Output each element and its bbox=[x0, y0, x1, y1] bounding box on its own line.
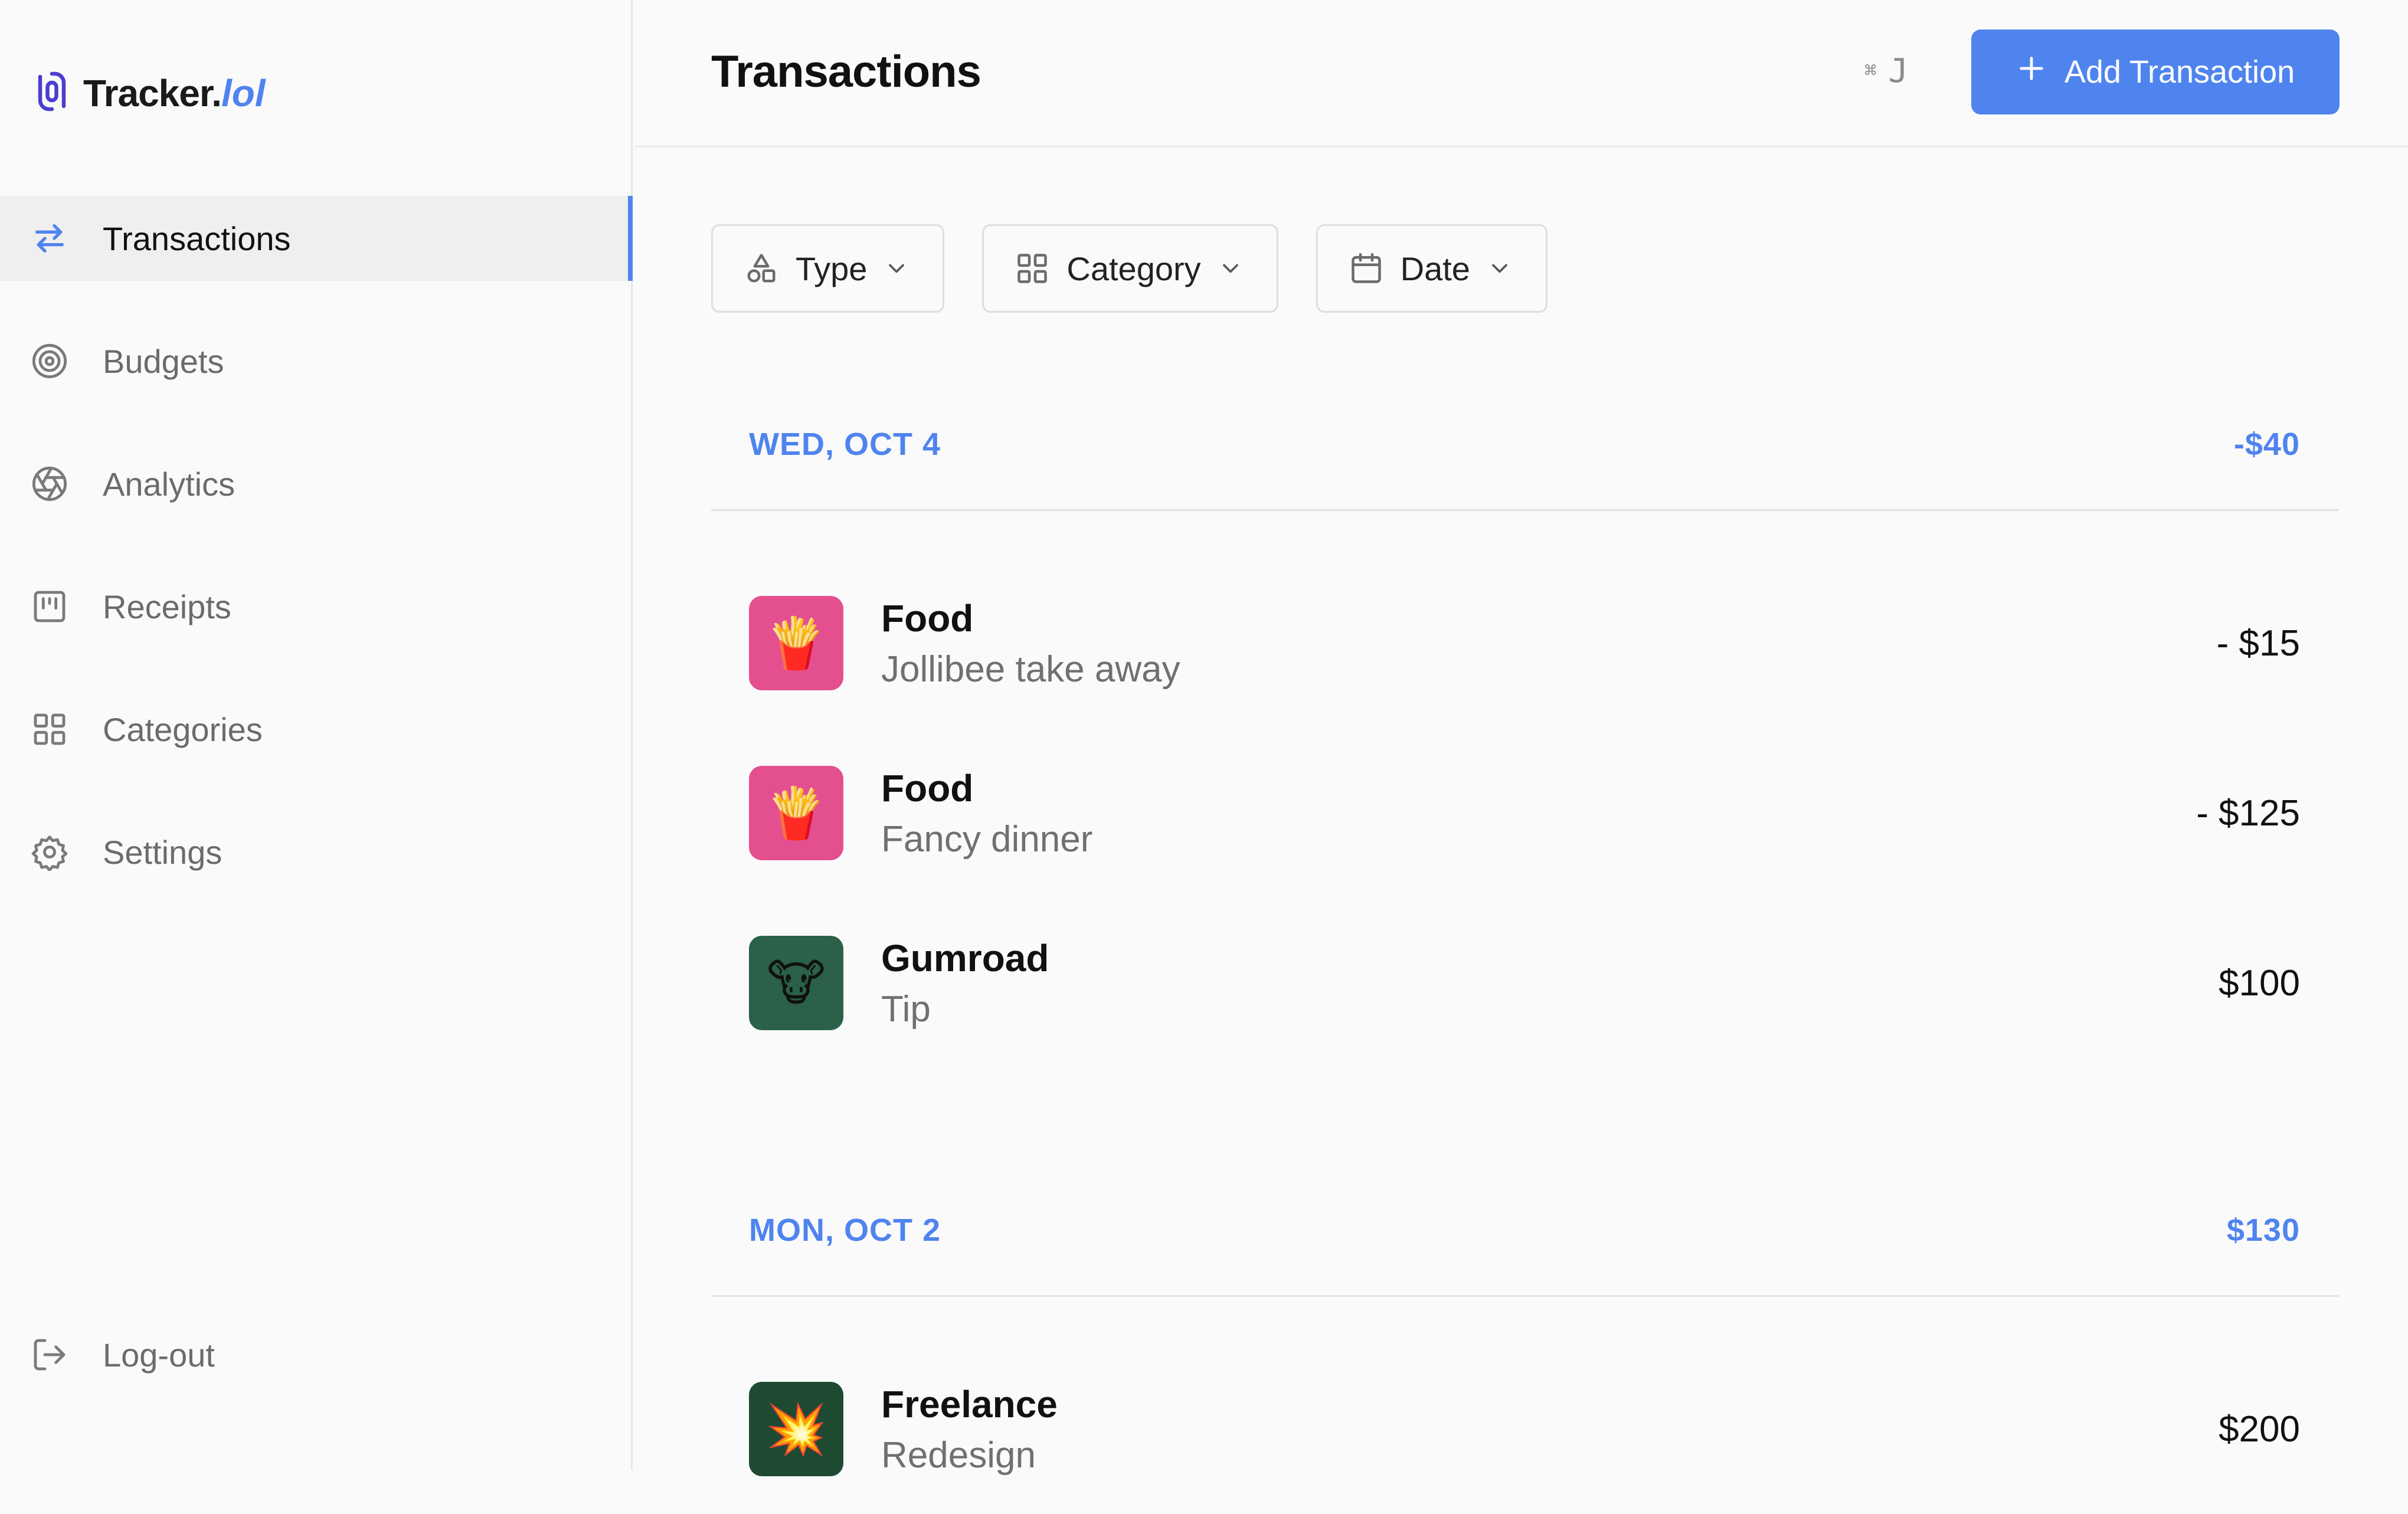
filter-date-dropdown[interactable]: Date bbox=[1316, 224, 1547, 313]
transaction-row[interactable]: 💥 Freelance Redesign $200 bbox=[711, 1344, 2339, 1514]
page-header: Transactions ⌘ J Add Transaction bbox=[634, 0, 2408, 148]
target-icon bbox=[31, 342, 68, 380]
filter-label: Type bbox=[796, 250, 868, 287]
filter-type-dropdown[interactable]: Type bbox=[711, 224, 945, 313]
group-header: MON, OCT 2 $130 bbox=[711, 1177, 2339, 1297]
sidebar-item-label: Transactions bbox=[103, 219, 291, 257]
transaction-row[interactable]: 🍟 Food Fancy dinner - $125 bbox=[711, 728, 2339, 898]
sidebar-item-label: Budgets bbox=[103, 342, 224, 380]
shortcut-key: J bbox=[1888, 52, 1909, 90]
collision-icon: 💥 bbox=[749, 1382, 843, 1476]
transaction-category: Gumroad bbox=[881, 936, 1049, 979]
transaction-amount: - $15 bbox=[2216, 622, 2300, 664]
transaction-description: Jollibee take away bbox=[881, 648, 1180, 690]
transaction-row[interactable]: 🍟 Food Jollibee take away - $15 bbox=[711, 558, 2339, 728]
transaction-row[interactable]: 🐮 Gumroad Tip $100 bbox=[711, 898, 2339, 1068]
logout-button[interactable]: Log-out bbox=[0, 1312, 633, 1397]
shapes-icon bbox=[744, 251, 779, 286]
transaction-group: MON, OCT 2 $130 💥 Freelance Redesign $20… bbox=[711, 1177, 2339, 1514]
brand-name: Tracker. bbox=[83, 71, 222, 114]
sidebar-item-label: Analytics bbox=[103, 465, 235, 503]
keyboard-shortcut-hint: ⌘ J bbox=[1864, 52, 1908, 90]
transaction-description: Redesign bbox=[881, 1434, 1036, 1476]
group-total: $130 bbox=[2226, 1212, 2300, 1248]
brand-logo[interactable]: Tracker.lol bbox=[34, 71, 266, 115]
add-transaction-label: Add Transaction bbox=[2064, 54, 2295, 90]
filter-label: Date bbox=[1400, 250, 1470, 287]
sidebar-item-label: Settings bbox=[103, 833, 223, 871]
command-key-icon: ⌘ bbox=[1864, 59, 1877, 83]
fries-icon: 🍟 bbox=[749, 766, 843, 860]
transaction-amount: $100 bbox=[2219, 962, 2300, 1004]
transaction-category: Freelance bbox=[881, 1382, 1058, 1425]
gear-icon bbox=[31, 833, 68, 871]
plus-icon bbox=[2016, 53, 2047, 91]
page-title: Transactions bbox=[711, 47, 981, 97]
receipt-icon bbox=[31, 588, 68, 625]
sidebar-item-analytics[interactable]: Analytics bbox=[0, 441, 633, 526]
sidebar-item-budgets[interactable]: Budgets bbox=[0, 319, 633, 404]
transaction-category: Food bbox=[881, 766, 974, 810]
cow-icon: 🐮 bbox=[749, 936, 843, 1030]
sidebar-item-label: Receipts bbox=[103, 588, 231, 625]
sidebar: Tracker.lol Transactions Budgets Analyti… bbox=[0, 0, 633, 1470]
sidebar-item-categories[interactable]: Categories bbox=[0, 687, 633, 772]
group-date: WED, OCT 4 bbox=[749, 426, 941, 462]
app-window: Tracker.lol Transactions Budgets Analyti… bbox=[0, 0, 2408, 1476]
sidebar-item-label: Categories bbox=[103, 710, 263, 748]
brand-suffix: lol bbox=[221, 71, 266, 114]
filter-category-dropdown[interactable]: Category bbox=[982, 224, 1278, 313]
sidebar-item-settings[interactable]: Settings bbox=[0, 810, 633, 894]
fries-icon: 🍟 bbox=[749, 596, 843, 690]
group-date: MON, OCT 2 bbox=[749, 1212, 941, 1248]
transaction-description: Fancy dinner bbox=[881, 818, 1093, 860]
filter-label: Category bbox=[1066, 250, 1201, 287]
grid-icon bbox=[31, 710, 68, 748]
transaction-category: Food bbox=[881, 597, 974, 640]
logout-icon bbox=[31, 1336, 68, 1374]
group-total: -$40 bbox=[2233, 426, 2300, 462]
sidebar-item-receipts[interactable]: Receipts bbox=[0, 564, 633, 649]
logout-label: Log-out bbox=[103, 1336, 215, 1374]
add-transaction-button[interactable]: Add Transaction bbox=[1971, 30, 2340, 114]
aperture-icon bbox=[31, 465, 68, 503]
transaction-description: Tip bbox=[881, 988, 931, 1030]
group-header: WED, OCT 4 -$40 bbox=[711, 391, 2339, 511]
grid-icon bbox=[1015, 251, 1050, 286]
arrows-swap-icon bbox=[31, 219, 68, 257]
link-icon bbox=[34, 71, 70, 115]
transaction-group: WED, OCT 4 -$40 🍟 Food Jollibee take awa… bbox=[711, 391, 2339, 1068]
transaction-amount: $200 bbox=[2219, 1408, 2300, 1450]
calendar-icon bbox=[1349, 251, 1384, 286]
sidebar-nav: Transactions Budgets Analytics Receipts … bbox=[0, 196, 633, 932]
transaction-amount: - $125 bbox=[2196, 792, 2300, 834]
sidebar-item-transactions[interactable]: Transactions bbox=[0, 196, 633, 281]
chevron-down-icon bbox=[884, 255, 909, 281]
filter-bar: Type Category Date bbox=[711, 224, 1547, 313]
chevron-down-icon bbox=[1487, 255, 1513, 281]
chevron-down-icon bbox=[1218, 255, 1244, 281]
